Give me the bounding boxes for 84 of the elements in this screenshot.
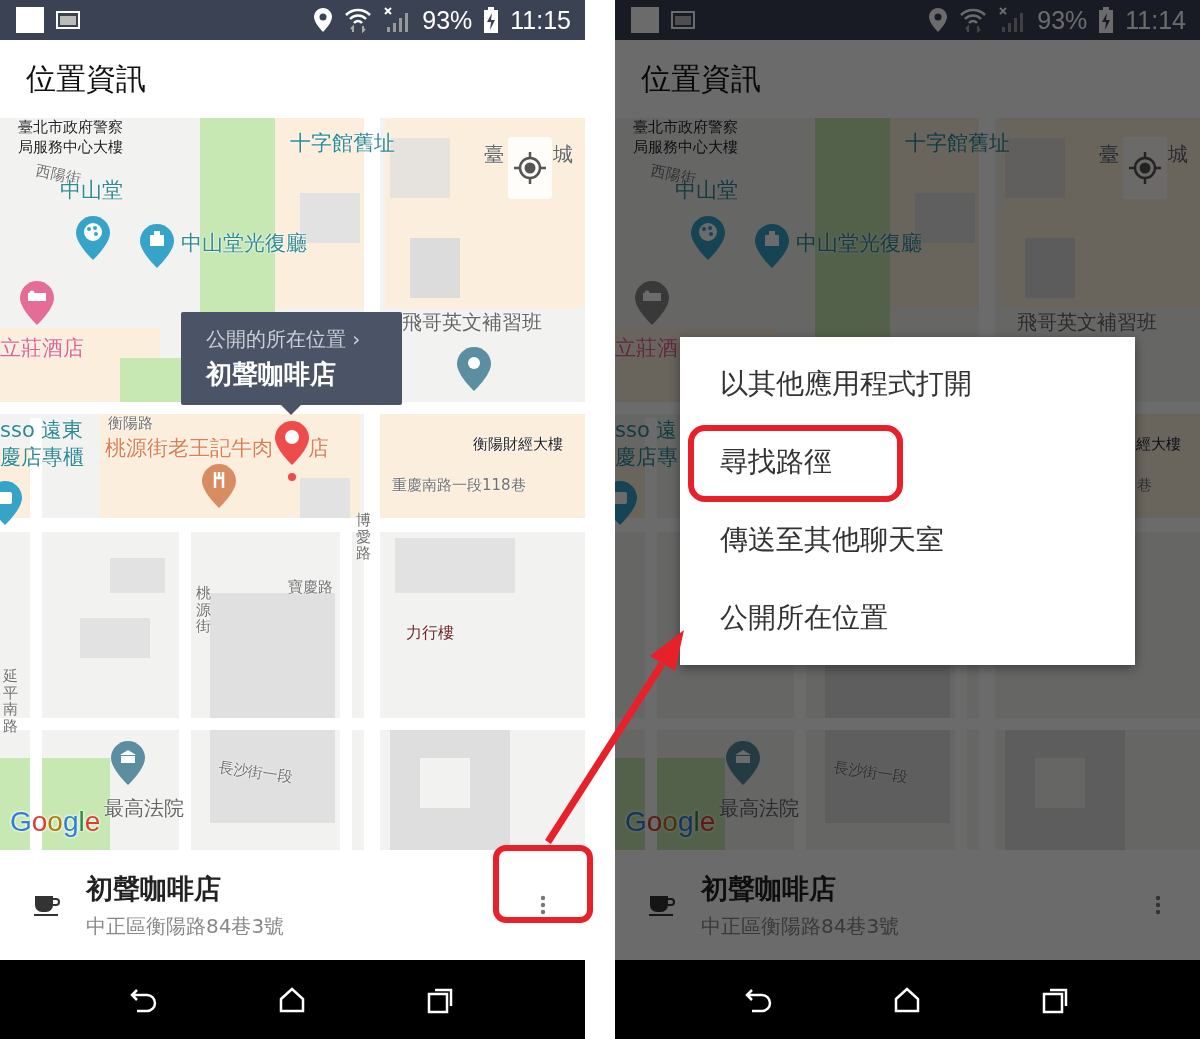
map-label: 臺 [484, 142, 504, 166]
map-pin-icon[interactable] [754, 223, 790, 269]
wifi-icon [344, 7, 373, 33]
map-pin-icon[interactable] [201, 463, 237, 509]
location-icon [929, 8, 948, 32]
map-label: 慶店專 [615, 445, 678, 471]
map-attribution: Google [10, 806, 101, 838]
image-icon [56, 11, 80, 29]
battery-percentage: 93% [1037, 7, 1088, 33]
locate-icon [513, 151, 547, 185]
map-label: 臺北市政府警察 [633, 118, 738, 136]
map-label: 最高法院 [104, 796, 184, 820]
map-label: 店 [308, 436, 329, 462]
map-label: 中山堂光復廳 [796, 231, 922, 257]
map-label: sso 遠東 [0, 418, 84, 444]
clock-time: 11:15 [510, 7, 571, 33]
battery-charging-icon [1099, 7, 1114, 33]
map-label: 中山堂光復廳 [181, 231, 307, 257]
map-pin-icon[interactable] [19, 280, 55, 326]
map-label: 衡陽財經大樓 [473, 435, 563, 453]
map-pin-icon[interactable] [690, 215, 726, 261]
screen-title: 位置資訊 [26, 59, 146, 98]
menu-item[interactable]: 傳送至其他聊天室 [680, 501, 1135, 579]
map-label: 飛哥英文補習班 [402, 310, 542, 334]
location-dot-icon [288, 473, 296, 481]
locate-icon [1128, 151, 1162, 185]
signal-icon [384, 7, 411, 33]
coffee-cup-icon [649, 894, 675, 916]
battery-percentage: 93% [422, 7, 473, 33]
more-options-icon [1155, 895, 1161, 915]
map-label: 延平南路 [3, 668, 18, 734]
map-pin-icon[interactable] [75, 215, 111, 261]
place-name: 初聲咖啡店 [701, 871, 837, 906]
wifi-icon [959, 7, 988, 33]
callout-pointer [281, 405, 301, 415]
map-pin-icon[interactable] [456, 346, 492, 392]
place-address: 中正區衡陽路84巷3號 [86, 912, 286, 940]
map-label: 城 [1168, 142, 1188, 166]
map-label: 博愛路 [356, 512, 371, 562]
locate-button[interactable] [1123, 137, 1167, 199]
place-name: 初聲咖啡店 [86, 871, 222, 906]
clock-time: 11:14 [1125, 7, 1186, 33]
map-label: 重慶南路一段118巷 [392, 476, 526, 494]
callout-place-name: 初聲咖啡店 [206, 357, 337, 391]
map-label: 立莊酒店 [0, 336, 84, 362]
map-label: sso 遠 [615, 418, 678, 444]
map-label: 長沙街一段 [217, 757, 294, 787]
map-label: 巷 [1137, 476, 1152, 494]
map-label: 桃源街 [196, 585, 211, 635]
location-icon [314, 8, 333, 32]
map-label: 城 [553, 142, 573, 166]
screen-title: 位置資訊 [641, 59, 761, 98]
callout-caption: 公開的所在位置 › [206, 325, 362, 353]
map-label: 立莊酒 [615, 336, 678, 362]
map-label: 飛哥英文補習班 [1017, 310, 1157, 334]
map-pin-icon[interactable] [139, 223, 175, 269]
map-label: 衡陽路 [108, 414, 153, 432]
notification-icon [16, 7, 44, 33]
locate-button[interactable] [508, 137, 552, 199]
map-label: 十字館舊址 [905, 131, 1010, 157]
home-icon [279, 986, 306, 1013]
notification-icon [631, 7, 659, 33]
place-callout[interactable]: 公開的所在位置 › 初聲咖啡店 [181, 312, 402, 405]
map-label: 經大樓 [1136, 435, 1181, 453]
map-pin-icon[interactable] [634, 280, 670, 326]
map-label: 最高法院 [719, 796, 799, 820]
coffee-cup-icon [34, 894, 60, 916]
image-icon [671, 11, 695, 29]
battery-charging-icon [484, 7, 499, 33]
map-label: 十字館舊址 [290, 131, 395, 157]
map-label: 局服務中心大樓 [633, 138, 738, 156]
home-icon [894, 986, 921, 1013]
map-label: 臺 [1099, 142, 1119, 166]
more-options-icon [540, 895, 546, 915]
map-label: 臺北市政府警察 [18, 118, 123, 136]
location-pin-icon[interactable] [274, 420, 310, 466]
map-label: 局服務中心大樓 [18, 138, 123, 156]
map-pin-icon[interactable] [725, 740, 761, 786]
menu-item[interactable]: 以其他應用程式打開 [680, 345, 1135, 423]
map-label: 桃源街老王記牛肉 [105, 436, 273, 462]
map-label: 力行樓 [406, 623, 454, 643]
signal-icon [999, 7, 1026, 33]
map-pin-icon[interactable] [110, 740, 146, 786]
map-label: 慶店專櫃 [0, 445, 84, 471]
